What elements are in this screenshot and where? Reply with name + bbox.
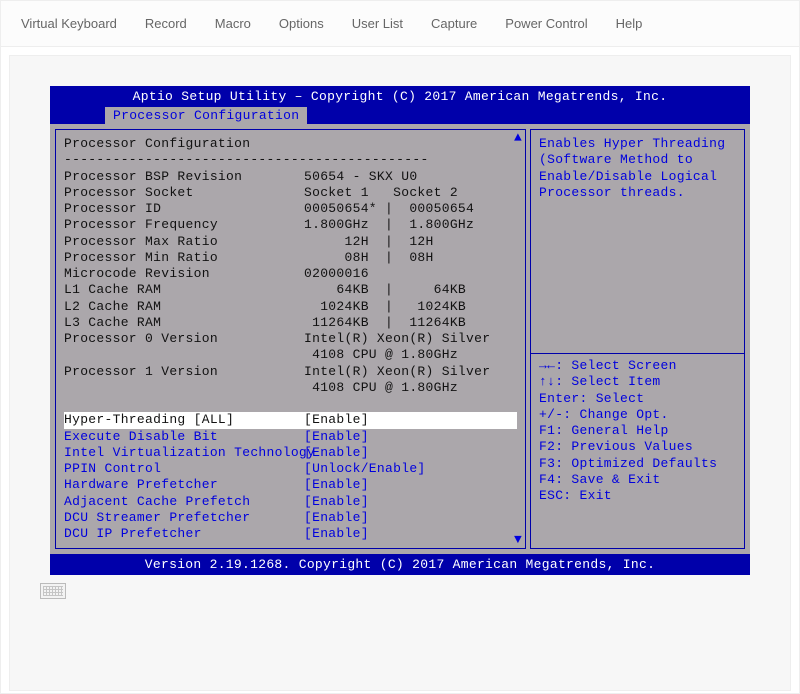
menu-capture[interactable]: Capture — [431, 16, 477, 31]
setting-hardware-prefetcher[interactable]: Hardware Prefetcher[Enable] — [64, 477, 517, 493]
bios-screen[interactable]: Aptio Setup Utility – Copyright (C) 2017… — [50, 86, 750, 575]
help-key: F3: Optimized Defaults — [539, 456, 736, 472]
menu-user-list[interactable]: User List — [352, 16, 403, 31]
app-menubar: Virtual Keyboard Record Macro Options Us… — [1, 1, 799, 47]
setting-hyper-threading[interactable]: Hyper-Threading [ALL][Enable] — [64, 412, 517, 428]
tab-processor-configuration[interactable]: Processor Configuration — [105, 107, 307, 124]
info-row: Microcode Revision02000016 — [64, 266, 517, 282]
info-row: Processor Min Ratio 08H | 08H — [64, 250, 517, 266]
setting-dcu-ip-prefetcher[interactable]: DCU IP Prefetcher[Enable] — [64, 526, 517, 542]
help-key: F4: Save & Exit — [539, 472, 736, 488]
help-key: F2: Previous Values — [539, 439, 736, 455]
bios-main-panel: ▲ ▼ Processor Configuration ------------… — [55, 129, 526, 549]
scroll-down-icon[interactable]: ▼ — [511, 532, 525, 548]
info-row: Processor ID00050654* | 00050654 — [64, 201, 517, 217]
menu-help[interactable]: Help — [616, 16, 643, 31]
menu-options[interactable]: Options — [279, 16, 324, 31]
bios-title-bar: Aptio Setup Utility – Copyright (C) 2017… — [50, 86, 750, 107]
help-text: Processor threads. — [539, 185, 736, 201]
bios-help-panel: Enables Hyper Threading (Software Method… — [530, 129, 745, 549]
setting-execute-disable-bit[interactable]: Execute Disable Bit[Enable] — [64, 429, 517, 445]
virtual-keyboard-icon[interactable] — [40, 583, 66, 599]
info-row: L1 Cache RAM 64KB | 64KB — [64, 282, 517, 298]
info-row: Processor Max Ratio 12H | 12H — [64, 234, 517, 250]
help-text: Enable/Disable Logical — [539, 169, 736, 185]
scroll-up-icon[interactable]: ▲ — [511, 130, 525, 146]
setting-intel-vt[interactable]: Intel Virtualization Technology[Enable] — [64, 445, 517, 461]
bios-footer: Version 2.19.1268. Copyright (C) 2017 Am… — [50, 554, 750, 575]
info-row: Processor Frequency1.800GHz | 1.800GHz — [64, 217, 517, 233]
remote-console-viewport: Aptio Setup Utility – Copyright (C) 2017… — [9, 55, 791, 691]
help-text: (Software Method to — [539, 152, 736, 168]
help-divider — [531, 353, 744, 354]
menu-virtual-keyboard[interactable]: Virtual Keyboard — [21, 16, 117, 31]
help-key: ↑↓: Select Item — [539, 374, 736, 390]
help-key: +/-: Change Opt. — [539, 407, 736, 423]
help-key: ESC: Exit — [539, 488, 736, 504]
divider: ----------------------------------------… — [64, 152, 517, 168]
setting-ppin-control[interactable]: PPIN Control[Unlock/Enable] — [64, 461, 517, 477]
help-text: Enables Hyper Threading — [539, 136, 736, 152]
info-row: 4108 CPU @ 1.80GHz — [64, 380, 517, 396]
section-header: Processor Configuration — [64, 136, 517, 152]
help-key: Enter: Select — [539, 391, 736, 407]
info-row: Processor BSP Revision50654 - SKX U0 — [64, 169, 517, 185]
spacer — [64, 396, 517, 412]
menu-macro[interactable]: Macro — [215, 16, 251, 31]
menu-power-control[interactable]: Power Control — [505, 16, 587, 31]
info-row: 4108 CPU @ 1.80GHz — [64, 347, 517, 363]
info-row: Processor 0 VersionIntel(R) Xeon(R) Silv… — [64, 331, 517, 347]
info-row: Processor 1 VersionIntel(R) Xeon(R) Silv… — [64, 364, 517, 380]
setting-adjacent-cache-prefetch[interactable]: Adjacent Cache Prefetch[Enable] — [64, 494, 517, 510]
menu-record[interactable]: Record — [145, 16, 187, 31]
info-row: L2 Cache RAM 1024KB | 1024KB — [64, 299, 517, 315]
help-key: F1: General Help — [539, 423, 736, 439]
info-row: L3 Cache RAM 11264KB | 11264KB — [64, 315, 517, 331]
help-key: →←: Select Screen — [539, 358, 736, 374]
bios-tab-strip: Processor Configuration — [50, 107, 750, 124]
setting-dcu-streamer-prefetcher[interactable]: DCU Streamer Prefetcher[Enable] — [64, 510, 517, 526]
info-row: Processor SocketSocket 1 Socket 2 — [64, 185, 517, 201]
